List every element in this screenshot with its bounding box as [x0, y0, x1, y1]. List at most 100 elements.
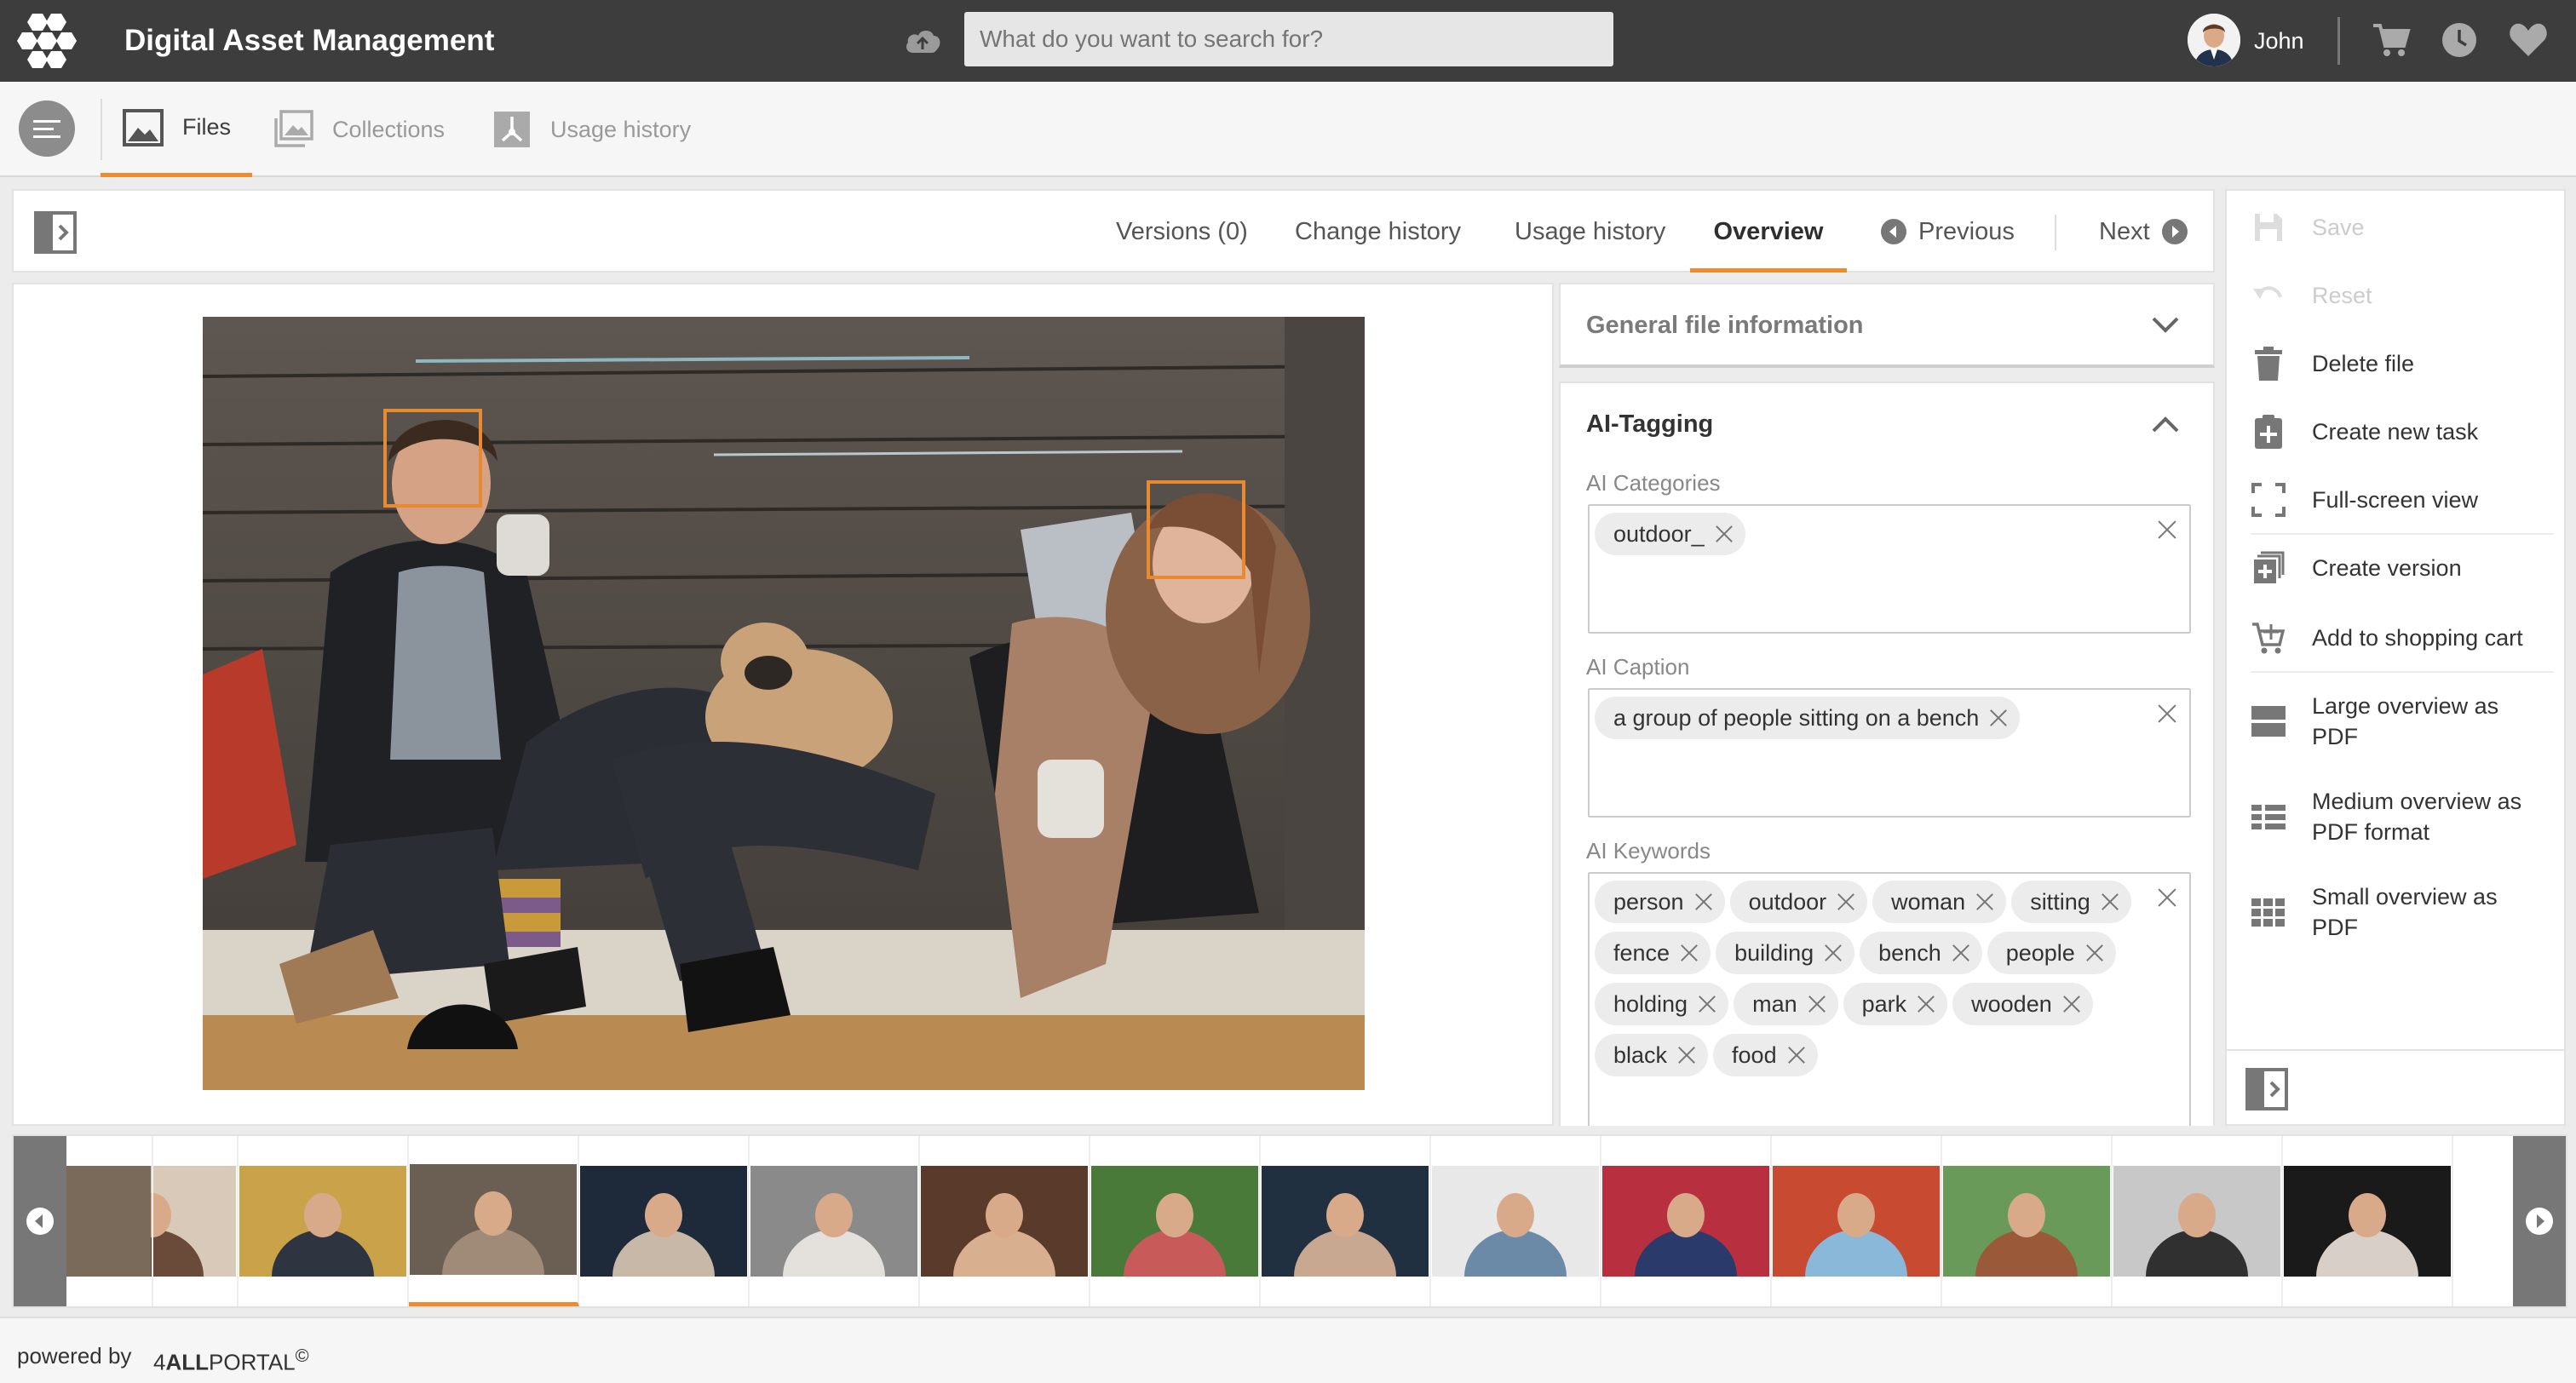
tag-chip[interactable]: outdoor: [1729, 881, 1868, 923]
panel-toggle-icon[interactable]: [34, 211, 77, 254]
shopping-cart-icon[interactable]: [2372, 20, 2411, 60]
tag-chip[interactable]: a group of people sitting on a bench: [1595, 697, 2021, 739]
tag-chip[interactable]: bench: [1860, 932, 1982, 974]
clear-icon[interactable]: [2155, 518, 2179, 542]
next-button[interactable]: Next: [2099, 191, 2188, 273]
logo-icon[interactable]: [17, 12, 77, 68]
filmstrip-thumbnail[interactable]: [920, 1136, 1090, 1306]
filmstrip-thumbnail[interactable]: [579, 1136, 750, 1306]
filmstrip-thumbnail[interactable]: [1431, 1136, 1601, 1306]
create-version-button[interactable]: Create version: [2251, 548, 2557, 588]
tag-chip[interactable]: outdoor_: [1595, 513, 1745, 555]
tag-chip[interactable]: food: [1713, 1034, 1818, 1076]
remove-tag-icon[interactable]: [2099, 891, 2121, 913]
filmstrip-thumbnail[interactable]: [409, 1136, 579, 1306]
remove-tag-icon[interactable]: [1950, 942, 1972, 964]
tag-chip[interactable]: woman: [1872, 881, 2007, 923]
ai-tagging-section: AI-Tagging AI Categories outdoor_ AI Cap…: [1559, 382, 2215, 1126]
filmstrip-thumbnail[interactable]: [1090, 1136, 1261, 1306]
tag-chip[interactable]: holding: [1595, 983, 1729, 1025]
filmstrip-thumbnail[interactable]: [239, 1136, 409, 1306]
actions-divider: [2227, 1049, 2564, 1051]
remove-tag-icon[interactable]: [1835, 891, 1857, 913]
create-task-button[interactable]: Create new task: [2251, 412, 2557, 451]
save-button[interactable]: Save: [2251, 208, 2557, 247]
tag-label: outdoor: [1748, 888, 1827, 915]
tag-chip[interactable]: building: [1716, 932, 1855, 974]
clear-icon[interactable]: [2155, 702, 2179, 726]
remove-tag-icon[interactable]: [1713, 523, 1735, 545]
thumbnail-image: [2284, 1166, 2451, 1277]
ai-categories-field[interactable]: outdoor_: [1588, 504, 2191, 634]
panel-toggle-icon[interactable]: [2245, 1068, 2288, 1110]
tab-versions[interactable]: Versions (0): [1116, 191, 1248, 273]
header-divider: [2337, 17, 2340, 65]
reset-button[interactable]: Reset: [2251, 276, 2557, 315]
chevron-up-icon[interactable]: [2150, 412, 2181, 436]
large-overview-pdf-button[interactable]: Large overview as PDF: [2251, 692, 2557, 751]
remove-tag-icon[interactable]: [1806, 993, 1828, 1015]
ai-caption-field[interactable]: a group of people sitting on a bench: [1588, 688, 2191, 818]
remove-tag-icon[interactable]: [1785, 1044, 1808, 1066]
remove-tag-icon[interactable]: [1987, 707, 2010, 729]
remove-tag-icon[interactable]: [1915, 993, 1937, 1015]
filmstrip-next-button[interactable]: [2513, 1136, 2566, 1306]
tag-chip[interactable]: person: [1595, 881, 1725, 923]
user-name[interactable]: John: [2254, 0, 2304, 82]
avatar[interactable]: [2188, 14, 2240, 66]
heart-icon[interactable]: [2508, 20, 2549, 60]
remove-tag-icon[interactable]: [1974, 891, 1996, 913]
brand-logo[interactable]: 4ALLPORTAL©: [153, 1318, 309, 1383]
remove-tag-icon[interactable]: [2061, 993, 2083, 1015]
remove-tag-icon[interactable]: [1693, 891, 1715, 913]
remove-tag-icon[interactable]: [1678, 942, 1700, 964]
tab-collections[interactable]: Collections: [273, 82, 445, 177]
remove-tag-icon[interactable]: [1676, 1044, 1698, 1066]
tab-change-history[interactable]: Change history: [1295, 191, 1461, 273]
filmstrip-thumbnail[interactable]: [750, 1136, 920, 1306]
remove-tag-icon[interactable]: [1822, 942, 1844, 964]
image-preview[interactable]: [203, 317, 1365, 1090]
filmstrip-thumbnail[interactable]: [1942, 1136, 2113, 1306]
tag-chip[interactable]: wooden: [1952, 983, 2093, 1025]
tag-chip[interactable]: man: [1734, 983, 1838, 1025]
tab-usage-history-detail[interactable]: Usage history: [1515, 191, 1665, 273]
clear-icon[interactable]: [2155, 886, 2179, 910]
tab-usage-history[interactable]: Usage history: [492, 82, 691, 177]
ai-keywords-label: AI Keywords: [1586, 838, 1711, 864]
upload-cloud-icon[interactable]: [903, 24, 942, 58]
remove-tag-icon[interactable]: [1696, 993, 1718, 1015]
filmstrip-previous-button[interactable]: [14, 1136, 66, 1306]
add-to-cart-button[interactable]: Add to shopping cart: [2251, 618, 2557, 657]
tab-files[interactable]: Files: [101, 82, 252, 177]
tag-chip[interactable]: black: [1595, 1034, 1709, 1076]
remove-tag-icon[interactable]: [2084, 942, 2106, 964]
actions-panel: Save Reset Delete file Create new task F…: [2225, 189, 2566, 1126]
filmstrip-thumbnail[interactable]: [2283, 1136, 2453, 1306]
tag-chip[interactable]: park: [1843, 983, 1948, 1025]
previous-button[interactable]: Previous: [1881, 191, 2015, 273]
tag-chip[interactable]: fence: [1595, 932, 1711, 974]
filmstrip-thumbnail[interactable]: [1601, 1136, 1772, 1306]
delete-file-button[interactable]: Delete file: [2251, 344, 2557, 383]
fullscreen-button[interactable]: Full-screen view: [2251, 480, 2557, 519]
create-version-label: Create version: [2312, 554, 2462, 581]
filmstrip-thumbnail[interactable]: [1261, 1136, 1431, 1306]
chevron-down-icon[interactable]: [2150, 313, 2181, 337]
thumbnail-image: [1773, 1166, 1940, 1277]
search-input[interactable]: [964, 12, 1613, 66]
small-overview-pdf-button[interactable]: Small overview as PDF: [2251, 882, 2557, 942]
tag-label: black: [1613, 1042, 1668, 1068]
filmstrip-thumbnail[interactable]: [2113, 1136, 2283, 1306]
tag-chip[interactable]: sitting: [2011, 881, 2131, 923]
tab-overview[interactable]: Overview: [1690, 191, 1847, 273]
medium-overview-pdf-button[interactable]: Medium overview as PDF format: [2251, 787, 2557, 846]
tag-chip[interactable]: people: [1987, 932, 2116, 974]
ai-keywords-field[interactable]: person outdoor woman sitting fence building be…: [1588, 872, 2191, 1126]
filmstrip-thumbnail[interactable]: [1772, 1136, 1942, 1306]
clock-icon[interactable]: [2440, 20, 2479, 60]
thumbnail-image: [1091, 1166, 1258, 1277]
thumbnail-image: [1602, 1166, 1769, 1277]
menu-button[interactable]: [19, 100, 75, 157]
general-info-section[interactable]: General file information: [1559, 283, 2215, 368]
